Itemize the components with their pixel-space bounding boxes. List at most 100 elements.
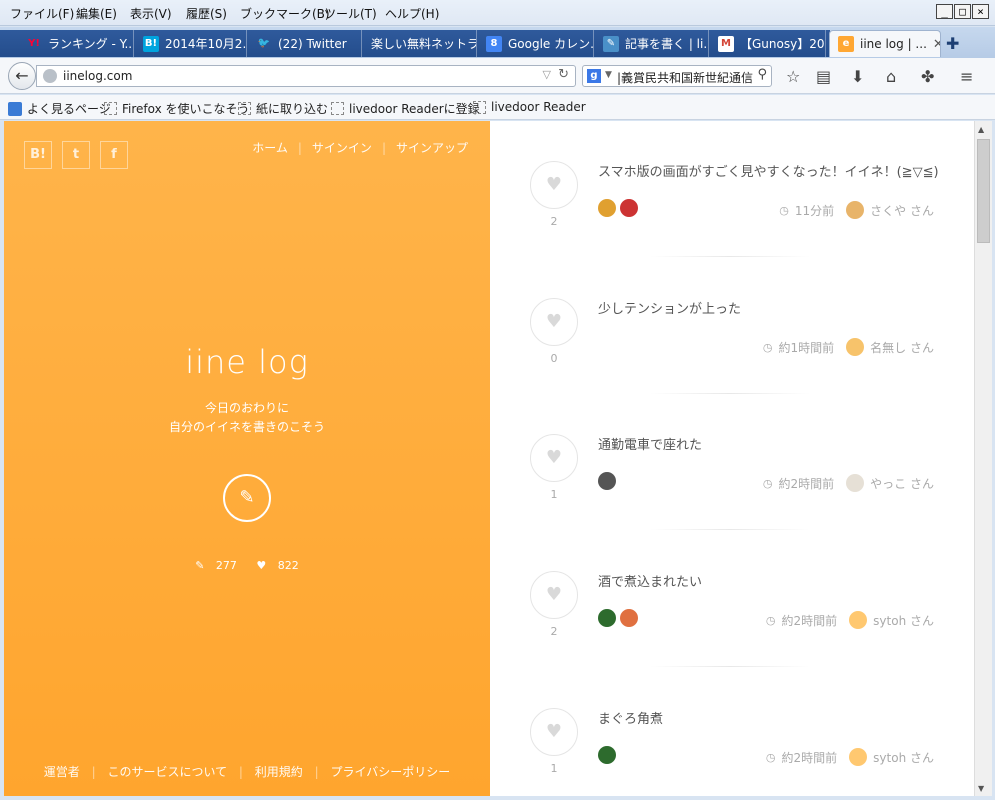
- nav-home-link[interactable]: ホーム: [252, 139, 288, 156]
- tab-iine-log[interactable]: e iine log | ... ✕: [829, 30, 941, 57]
- close-tab-icon[interactable]: ✕: [933, 37, 940, 52]
- page-scrollbar[interactable]: ▲ ▼: [974, 121, 992, 796]
- site-logo[interactable]: iine log: [4, 343, 490, 381]
- liker-avatar[interactable]: [620, 199, 638, 217]
- nav-signin-link[interactable]: サインイン: [312, 139, 372, 156]
- tab-twitter[interactable]: 🐦 (22) Twitter: [248, 30, 362, 57]
- post-author[interactable]: sytoh さん: [873, 612, 934, 629]
- search-input[interactable]: |義賞民共和国新世紀通信: [617, 69, 753, 86]
- hatena-share-button[interactable]: B!: [24, 141, 52, 169]
- post-divider: [650, 666, 810, 667]
- write-post-button[interactable]: ✎: [223, 474, 271, 522]
- download-icon[interactable]: ⬇: [851, 67, 864, 86]
- post-author[interactable]: やっこ さん: [870, 475, 934, 492]
- heart-icon: ♥: [545, 721, 563, 742]
- like-button[interactable]: ♥: [530, 708, 578, 756]
- menu-edit[interactable]: 編集(E): [76, 5, 117, 22]
- tab-hatena[interactable]: B! 2014年10月2...: [135, 30, 247, 57]
- menu-help[interactable]: ヘルプ(H): [385, 5, 439, 22]
- footer-separator: |: [238, 765, 243, 779]
- liker-avatar[interactable]: [598, 472, 616, 490]
- hamburger-menu-icon[interactable]: ≡: [960, 67, 973, 86]
- pencil-icon: ✎: [603, 35, 619, 52]
- footer-privacy-link[interactable]: プライバシーポリシー: [331, 765, 451, 779]
- facebook-share-button[interactable]: f: [100, 141, 128, 169]
- tab-write-article[interactable]: ✎ 記事を書く | li...: [595, 30, 709, 57]
- home-icon[interactable]: ⌂: [886, 67, 896, 86]
- menu-history[interactable]: 履歴(S): [186, 5, 227, 22]
- bookmark-clip[interactable]: 紙に取り込む: [238, 100, 328, 117]
- footer-operator-link[interactable]: 運営者: [44, 765, 80, 779]
- like-button[interactable]: ♥: [530, 161, 578, 209]
- liker-avatar[interactable]: [620, 609, 638, 627]
- minimize-button[interactable]: _: [936, 4, 953, 19]
- bookmark-livedoor-register[interactable]: livedoor Readerに登録: [331, 100, 480, 117]
- reload-icon[interactable]: ↻: [558, 67, 569, 82]
- scrollbar-thumb[interactable]: [977, 139, 990, 243]
- menu-file[interactable]: ファイル(F): [10, 5, 74, 22]
- bookmark-firefox-guide[interactable]: Firefox を使いこなそう: [104, 100, 250, 117]
- heart-icon: ♥: [545, 584, 563, 605]
- close-window-button[interactable]: ×: [972, 4, 989, 19]
- like-button[interactable]: ♥: [530, 434, 578, 482]
- author-avatar[interactable]: [846, 338, 865, 356]
- author-avatar[interactable]: [849, 611, 868, 629]
- post-text: 通勤電車で座れた: [598, 438, 703, 453]
- search-bar[interactable]: g ▼ |義賞民共和国新世紀通信 ⚲: [582, 65, 772, 87]
- bookmark-label: livedoor Reader: [491, 100, 586, 114]
- clock-icon: ◷: [779, 203, 789, 217]
- post-author[interactable]: さくや さん: [870, 202, 934, 219]
- window-controls: _ □ ×: [936, 4, 989, 19]
- chevron-down-icon[interactable]: ▼: [605, 70, 612, 80]
- url-dropdown-icon[interactable]: ▽: [543, 68, 551, 81]
- post-time: 約2時間前: [781, 750, 838, 765]
- menu-tools[interactable]: ツール(T): [324, 5, 377, 22]
- post-author[interactable]: 名無し さん: [870, 339, 934, 356]
- back-button[interactable]: ←: [8, 62, 36, 90]
- bookmark-star-icon[interactable]: ☆: [786, 67, 800, 86]
- footer-about-link[interactable]: このサービスについて: [107, 765, 227, 779]
- iine-log-favicon: e: [838, 36, 854, 52]
- author-avatar[interactable]: [846, 474, 865, 492]
- tab-gmail-gunosy[interactable]: M 【Gunosy】201...: [710, 30, 826, 57]
- twitter-share-button[interactable]: t: [62, 141, 90, 169]
- google-search-engine-icon[interactable]: g: [587, 69, 601, 83]
- liker-avatar[interactable]: [598, 746, 616, 764]
- post-author[interactable]: sytoh さん: [873, 749, 934, 766]
- liker-avatar[interactable]: [598, 199, 616, 217]
- post-meta: ◷ 11分前 さくや さん: [779, 201, 934, 219]
- maximize-button[interactable]: □: [954, 4, 971, 19]
- heart-icon: ♥: [256, 559, 267, 572]
- menu-view[interactable]: 表示(V): [130, 5, 172, 22]
- tab-label: 記事を書く | li...: [625, 37, 709, 51]
- addon-icon[interactable]: ✤: [921, 67, 934, 86]
- nav-signup-link[interactable]: サインアップ: [396, 139, 468, 156]
- globe-icon: [43, 69, 57, 83]
- url-bar[interactable]: iinelog.com ▽ ↻: [36, 65, 576, 87]
- like-button[interactable]: ♥: [530, 571, 578, 619]
- author-avatar[interactable]: [846, 201, 865, 219]
- tab-google-calendar[interactable]: 8 Google カレン...: [478, 30, 594, 57]
- bookmark-page-icon: [331, 102, 344, 115]
- scroll-up-icon[interactable]: ▲: [978, 125, 984, 134]
- scroll-down-icon[interactable]: ▼: [978, 784, 984, 793]
- post-item: ♥ 1 通勤電車で座れた ◷ 約2時間前 やっこ さん: [490, 394, 974, 530]
- new-tab-icon[interactable]: ✚: [946, 34, 959, 53]
- post-time: 11分前: [794, 203, 835, 218]
- bookmark-livedoor-reader[interactable]: livedoor Reader: [473, 100, 586, 114]
- footer-terms-link[interactable]: 利用規約: [255, 765, 303, 779]
- menu-bookmarks[interactable]: ブックマーク(B): [240, 5, 330, 22]
- reading-list-icon[interactable]: ▤: [816, 67, 831, 86]
- author-avatar[interactable]: [849, 748, 868, 766]
- tab-netradio[interactable]: 楽しい無料ネットラ...: [363, 30, 477, 57]
- search-icon[interactable]: ⚲: [757, 67, 767, 82]
- gmail-icon: M: [718, 35, 734, 52]
- bookmark-most-visited[interactable]: よく見るページ: [8, 100, 111, 117]
- menu-bar: ファイル(F) 編集(E) 表示(V) 履歴(S) ブックマーク(B) ツール(…: [0, 0, 995, 26]
- liker-avatars: [598, 746, 616, 764]
- liker-avatar[interactable]: [598, 609, 616, 627]
- nav-separator: |: [297, 140, 302, 155]
- post-item: ♥ 0 少しテンションが上った ◷ 約1時間前 名無し さん: [490, 258, 974, 394]
- like-button[interactable]: ♥: [530, 298, 578, 346]
- tab-yahoo[interactable]: Y! ランキング - Y...: [18, 30, 134, 57]
